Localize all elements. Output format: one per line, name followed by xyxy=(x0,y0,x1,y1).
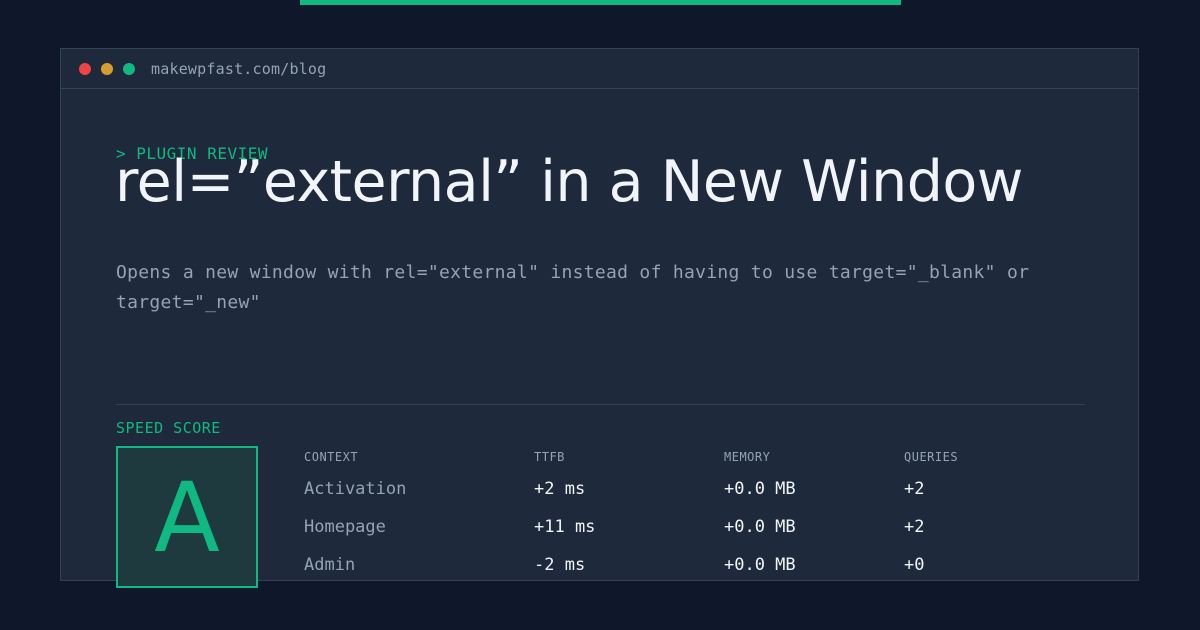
table-row: Homepage +11 ms +0.0 MB +2 xyxy=(304,517,1094,555)
browser-window: makewpfast.com/blog > PLUGIN REVIEW rel=… xyxy=(60,48,1139,588)
speed-grade-badge: A xyxy=(116,446,258,588)
queries-cell: +2 xyxy=(904,479,925,499)
ttfb-cell: -2 ms xyxy=(534,555,586,575)
speed-score-label: SPEED SCORE xyxy=(116,419,221,437)
close-window-icon[interactable] xyxy=(79,62,91,75)
column-header-context: CONTEXT xyxy=(304,450,359,464)
article-description: Opens a new window with rel="external" i… xyxy=(116,262,1030,313)
table-row: Admin -2 ms +0.0 MB +0 xyxy=(304,555,1094,593)
url-label: makewpfast.com/blog xyxy=(151,59,327,78)
column-header-queries: QUERIES xyxy=(904,450,959,464)
ttfb-cell: +2 ms xyxy=(534,479,586,499)
top-accent-bar xyxy=(300,0,901,5)
page-title: rel=”external” in a New Window xyxy=(115,149,1023,215)
table-row: Activation +2 ms +0.0 MB +2 xyxy=(304,479,1094,517)
context-cell: Homepage xyxy=(304,517,386,537)
minimize-window-icon[interactable] xyxy=(101,62,113,75)
maximize-window-icon[interactable] xyxy=(123,62,135,75)
metrics-header-row: CONTEXT TTFB MEMORY QUERIES xyxy=(304,447,1094,479)
column-header-memory: MEMORY xyxy=(724,450,771,464)
queries-cell: +0 xyxy=(904,555,925,575)
metrics-table: CONTEXT TTFB MEMORY QUERIES Activation +… xyxy=(304,447,1094,593)
memory-cell: +0.0 MB xyxy=(724,517,796,537)
speed-grade: A xyxy=(154,462,220,574)
ttfb-cell: +11 ms xyxy=(534,517,596,537)
context-cell: Activation xyxy=(304,479,407,499)
memory-cell: +0.0 MB xyxy=(724,479,796,499)
window-titlebar: makewpfast.com/blog xyxy=(61,49,1138,89)
queries-cell: +2 xyxy=(904,517,925,537)
context-cell: Admin xyxy=(304,555,356,575)
column-header-ttfb: TTFB xyxy=(534,450,565,464)
memory-cell: +0.0 MB xyxy=(724,555,796,575)
divider xyxy=(116,404,1085,405)
